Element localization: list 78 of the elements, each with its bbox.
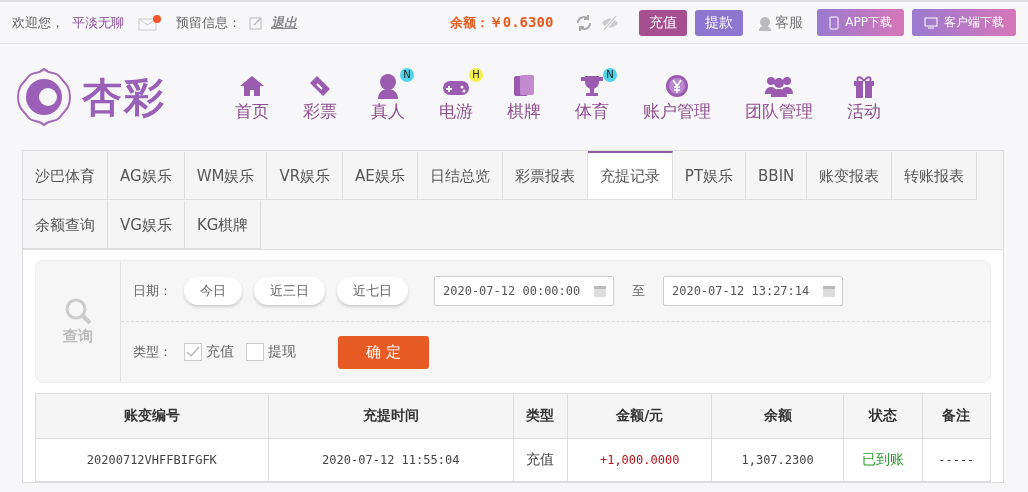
withdraw-button[interactable]: 提款 (695, 9, 744, 36)
start-date-field[interactable]: 2020-07-12 00:00:00 (434, 276, 614, 306)
column-header: 状态 (843, 393, 923, 439)
phone-icon (829, 15, 840, 30)
table-cell: 已到账 (843, 438, 923, 482)
report-tab[interactable]: PT娱乐 (672, 151, 747, 200)
report-tab[interactable]: WM娱乐 (184, 151, 268, 200)
confirm-button[interactable]: 确 定 (338, 335, 429, 369)
edit-icon[interactable] (249, 15, 263, 30)
checkbox[interactable] (184, 343, 202, 361)
type-label: 类型： (133, 343, 172, 361)
nav-badge: H (469, 67, 483, 82)
query-label: 查询 (63, 327, 93, 346)
customer-service-link[interactable]: 客服 (775, 13, 804, 32)
report-tab[interactable]: 充提记录 (587, 151, 673, 200)
table-cell: 1,307.2300 (711, 438, 844, 482)
column-header: 账变编号 (35, 393, 269, 439)
report-tab[interactable]: VR娱乐 (267, 151, 344, 200)
calendar-icon[interactable] (593, 284, 607, 298)
table-cell: 20200712VHFFBIFGFK (35, 438, 269, 482)
support-agent-icon (757, 14, 774, 31)
search-icon (64, 297, 92, 325)
column-header: 金额/元 (567, 393, 712, 439)
report-tab[interactable]: AE娱乐 (343, 151, 418, 200)
monitor-icon (924, 16, 938, 29)
nav-item[interactable]: 团队管理 (728, 71, 830, 123)
reserved-info-label: 预留信息： (176, 13, 241, 32)
nav-item[interactable]: 活动 (830, 71, 898, 123)
deposit-button[interactable]: 充值 (639, 9, 688, 36)
column-header: 类型 (513, 393, 568, 439)
report-tab[interactable]: AG娱乐 (108, 151, 185, 200)
column-header: 充提时间 (268, 393, 514, 439)
nav-item[interactable]: 彩票 (286, 71, 354, 123)
to-label: 至 (632, 282, 645, 300)
hidden-eye-icon[interactable] (601, 13, 620, 32)
report-tab[interactable]: 日结总览 (417, 151, 503, 200)
ticket-icon (308, 73, 332, 98)
report-tab[interactable]: 彩票报表 (502, 151, 588, 200)
username: 平淡无聊 (72, 13, 124, 32)
quick-date-button[interactable]: 近七日 (337, 277, 408, 305)
checkbox[interactable] (246, 343, 264, 361)
checkbox-label: 充值 (206, 343, 234, 361)
report-tab[interactable]: 转账报表 (892, 151, 978, 200)
nav-badge: N (400, 67, 414, 82)
end-date-field[interactable]: 2020-07-12 13:27:14 (663, 276, 843, 306)
trophy-icon (579, 73, 605, 98)
yen-coin-icon (665, 73, 689, 98)
checkbox-label: 提现 (268, 343, 296, 361)
quick-date-button[interactable]: 近三日 (254, 277, 325, 305)
welcome-text: 欢迎您， (12, 13, 64, 32)
balance-amount: ￥0.6300 (488, 13, 554, 32)
report-tab[interactable]: 余额查询 (23, 200, 108, 249)
nav-badge: N (603, 67, 617, 82)
nav-item[interactable]: 账户管理 (626, 71, 728, 123)
table-cell: +1,000.0000 (567, 438, 712, 482)
balance-label: 余额： (449, 13, 489, 32)
report-tab[interactable]: VG娱乐 (108, 200, 185, 249)
logo-emblem-icon (14, 67, 74, 127)
nav-item[interactable]: 首页 (218, 71, 286, 123)
nav-item[interactable]: 棋牌 (490, 71, 558, 123)
check-icon (186, 346, 200, 358)
table-cell: 充值 (513, 438, 568, 482)
report-tab[interactable]: 账变报表 (807, 151, 893, 200)
report-tab[interactable]: KG棋牌 (184, 200, 262, 249)
column-header: 备注 (922, 393, 991, 439)
cards-icon (512, 72, 536, 99)
report-tab[interactable]: BBIN (746, 151, 808, 200)
quick-date-button[interactable]: 今日 (184, 277, 242, 305)
mail-icon[interactable] (138, 14, 162, 31)
logo-text: 杏彩 (82, 72, 166, 122)
table-cell: 2020-07-12 11:55:04 (268, 438, 514, 482)
calendar-icon[interactable] (822, 284, 836, 298)
date-label: 日期： (133, 282, 172, 300)
refresh-icon[interactable] (575, 13, 594, 32)
house-icon (239, 74, 265, 97)
report-tab[interactable]: 沙巴体育 (23, 151, 108, 200)
table-cell: ----- (922, 438, 991, 482)
column-header: 余额 (711, 393, 844, 439)
